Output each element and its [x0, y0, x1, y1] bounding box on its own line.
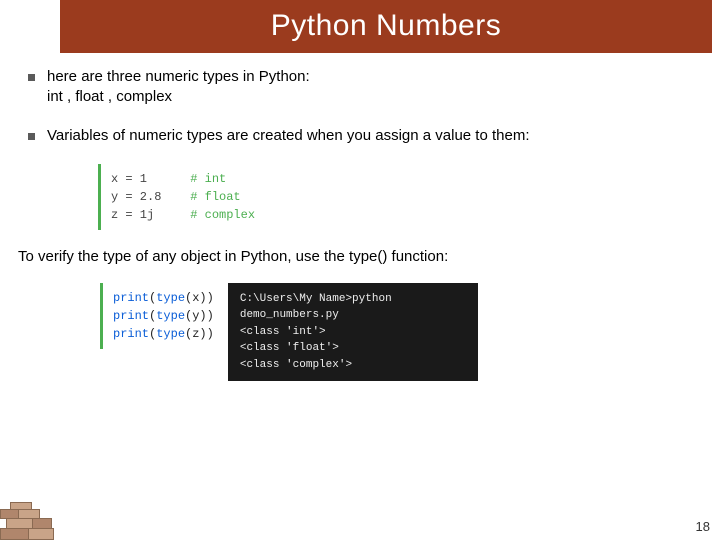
bullet-item: here are three numeric types in Python: …: [28, 67, 692, 108]
slide-content: here are three numeric types in Python: …: [0, 53, 720, 230]
bullet-text: Variables of numeric types are created w…: [47, 126, 692, 146]
bullet-text: here are three numeric types in Python: …: [47, 67, 692, 108]
code-and-output: print(type(x)) print(type(y)) print(type…: [100, 283, 720, 382]
code-line: z = 1j # complex: [111, 206, 388, 224]
terminal-line: <class 'float'>: [240, 340, 466, 357]
code-line: print(type(z)): [113, 325, 214, 343]
code-line: x = 1 # int: [111, 170, 388, 188]
slide-title: Python Numbers: [60, 0, 712, 53]
code-line: print(type(x)): [113, 289, 214, 307]
code-line: print(type(y)): [113, 307, 214, 325]
bullet-line: here are three numeric types in Python:: [47, 68, 310, 85]
bullet-item: Variables of numeric types are created w…: [28, 126, 692, 146]
page-number: 18: [696, 519, 710, 534]
terminal-line: <class 'int'>: [240, 324, 466, 341]
bullet-marker-icon: [28, 133, 35, 140]
code-example-assignment: x = 1 # int y = 2.8 # float z = 1j # com…: [98, 164, 388, 230]
bullet-line: int , float , complex: [47, 88, 172, 105]
bullet-line: Variables of numeric types are created w…: [47, 127, 529, 144]
code-line: y = 2.8 # float: [111, 188, 388, 206]
brick-decoration-icon: [0, 502, 52, 540]
verify-paragraph: To verify the type of any object in Pyth…: [0, 248, 720, 265]
terminal-output: C:\Users\My Name>python demo_numbers.py …: [228, 283, 478, 382]
terminal-line: C:\Users\My Name>python demo_numbers.py: [240, 291, 466, 324]
code-example-print: print(type(x)) print(type(y)) print(type…: [100, 283, 214, 349]
bullet-marker-icon: [28, 74, 35, 81]
terminal-line: <class 'complex'>: [240, 357, 466, 374]
